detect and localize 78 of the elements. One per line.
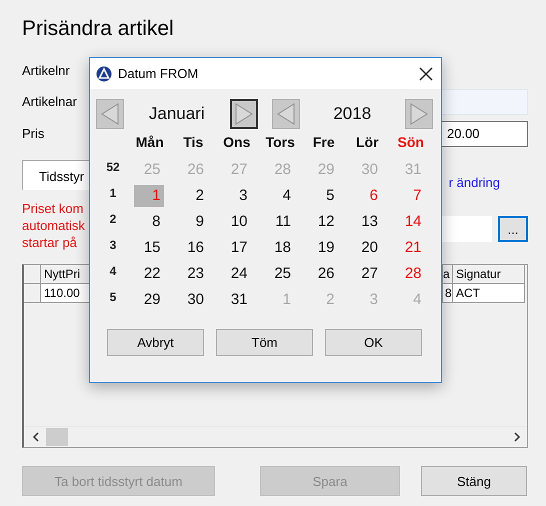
weekday-label: Sön bbox=[396, 133, 425, 152]
calendar-day[interactable]: 22 bbox=[140, 263, 164, 285]
notice-text: Priset kom bbox=[22, 200, 84, 217]
scroll-left-icon[interactable] bbox=[32, 432, 40, 442]
calendar-day[interactable]: 26 bbox=[314, 263, 338, 285]
calendar-day[interactable]: 9 bbox=[192, 211, 207, 233]
table-cell: 110.00 bbox=[41, 284, 91, 303]
dialog-button[interactable]: Avbryt bbox=[107, 329, 204, 356]
previous-button[interactable] bbox=[272, 99, 300, 129]
calendar-day[interactable]: 2 bbox=[192, 185, 207, 207]
weekday-label: Tors bbox=[264, 133, 296, 152]
calendar-day[interactable]: 20 bbox=[358, 237, 381, 259]
notice-text: automatisk bbox=[22, 217, 85, 234]
browse-button[interactable]: ... bbox=[498, 216, 528, 242]
calendar-day[interactable]: 6 bbox=[366, 185, 381, 207]
calendar-day[interactable]: 11 bbox=[272, 211, 294, 233]
calendar-day[interactable]: 23 bbox=[184, 263, 207, 285]
calendar-day[interactable]: 29 bbox=[140, 289, 164, 311]
calendar-day[interactable]: 5 bbox=[323, 185, 338, 207]
week-number: 52 bbox=[105, 159, 121, 176]
calendar-day[interactable]: 31 bbox=[228, 289, 250, 311]
calendar-day[interactable]: 24 bbox=[228, 263, 250, 285]
table-cell: 8 bbox=[443, 284, 453, 303]
weekday-label: Mån bbox=[134, 133, 165, 152]
week-number: 3 bbox=[108, 237, 118, 254]
field-label: Artikelnar bbox=[22, 94, 77, 109]
right-triangle-icon bbox=[409, 103, 429, 125]
calendar-day[interactable]: 15 bbox=[140, 237, 164, 259]
dialog-title: Datum FROM bbox=[118, 66, 200, 81]
field-label: Pris bbox=[22, 126, 44, 141]
calendar-day[interactable]: 7 bbox=[410, 185, 424, 207]
calendar-day[interactable]: 17 bbox=[228, 237, 250, 259]
calendar-day[interactable]: 27 bbox=[358, 263, 381, 285]
window-title: Prisändra artikel bbox=[22, 16, 175, 42]
field-label: Artikelnr bbox=[22, 62, 70, 78]
column-header: Signatur bbox=[453, 265, 525, 284]
year-label: 2018 bbox=[332, 104, 372, 124]
calendar-day[interactable]: 19 bbox=[314, 237, 338, 259]
week-number: 1 bbox=[108, 185, 118, 202]
week-number: 4 bbox=[108, 263, 118, 280]
previous-button[interactable] bbox=[96, 99, 124, 129]
weekday-label: Ons bbox=[222, 133, 252, 152]
next-button[interactable] bbox=[230, 99, 258, 129]
link[interactable]: r ändring bbox=[448, 175, 500, 190]
right-triangle-icon bbox=[234, 103, 254, 125]
table-cell: ACT bbox=[453, 284, 525, 303]
date-field[interactable] bbox=[442, 216, 492, 242]
weekday-label: Lör bbox=[354, 133, 380, 152]
calendar-day[interactable]: 13 bbox=[358, 211, 381, 233]
left-triangle-icon bbox=[276, 103, 296, 125]
calendar-day[interactable]: 28 bbox=[402, 263, 424, 285]
action-button[interactable]: Stäng bbox=[421, 466, 527, 496]
notice-text: startar på bbox=[22, 234, 78, 251]
column-header: a bbox=[443, 265, 453, 284]
dialog-button[interactable]: OK bbox=[325, 329, 422, 356]
calendar-day[interactable]: 8 bbox=[149, 211, 164, 233]
calendar-day[interactable]: 21 bbox=[402, 237, 424, 259]
scroll-thumb[interactable] bbox=[46, 428, 68, 446]
week-number: 5 bbox=[108, 289, 118, 306]
scroll-right-icon[interactable] bbox=[513, 432, 521, 442]
calendar-day[interactable]: 3 bbox=[236, 185, 250, 207]
weekday-label: Fre bbox=[312, 133, 336, 152]
calendar-day[interactable]: 10 bbox=[228, 211, 250, 233]
calendar-day[interactable]: 16 bbox=[184, 237, 207, 259]
close-icon[interactable] bbox=[419, 66, 433, 80]
calendar-day[interactable]: 25 bbox=[271, 263, 294, 285]
app-logo-icon bbox=[96, 66, 112, 82]
dialog-button[interactable]: Töm bbox=[216, 329, 313, 356]
calendar-day[interactable]: 30 bbox=[184, 289, 207, 311]
calendar-day[interactable]: 14 bbox=[402, 211, 424, 233]
left-triangle-icon bbox=[100, 103, 120, 125]
week-number: 2 bbox=[108, 211, 118, 228]
month-label: Januari bbox=[148, 104, 206, 124]
calendar-day[interactable]: 18 bbox=[271, 237, 294, 259]
horizontal-scrollbar[interactable] bbox=[24, 426, 527, 447]
weekday-label: Tis bbox=[182, 133, 204, 152]
calendar-day[interactable]: 4 bbox=[280, 185, 294, 207]
calendar-day[interactable]: 12 bbox=[314, 211, 338, 233]
